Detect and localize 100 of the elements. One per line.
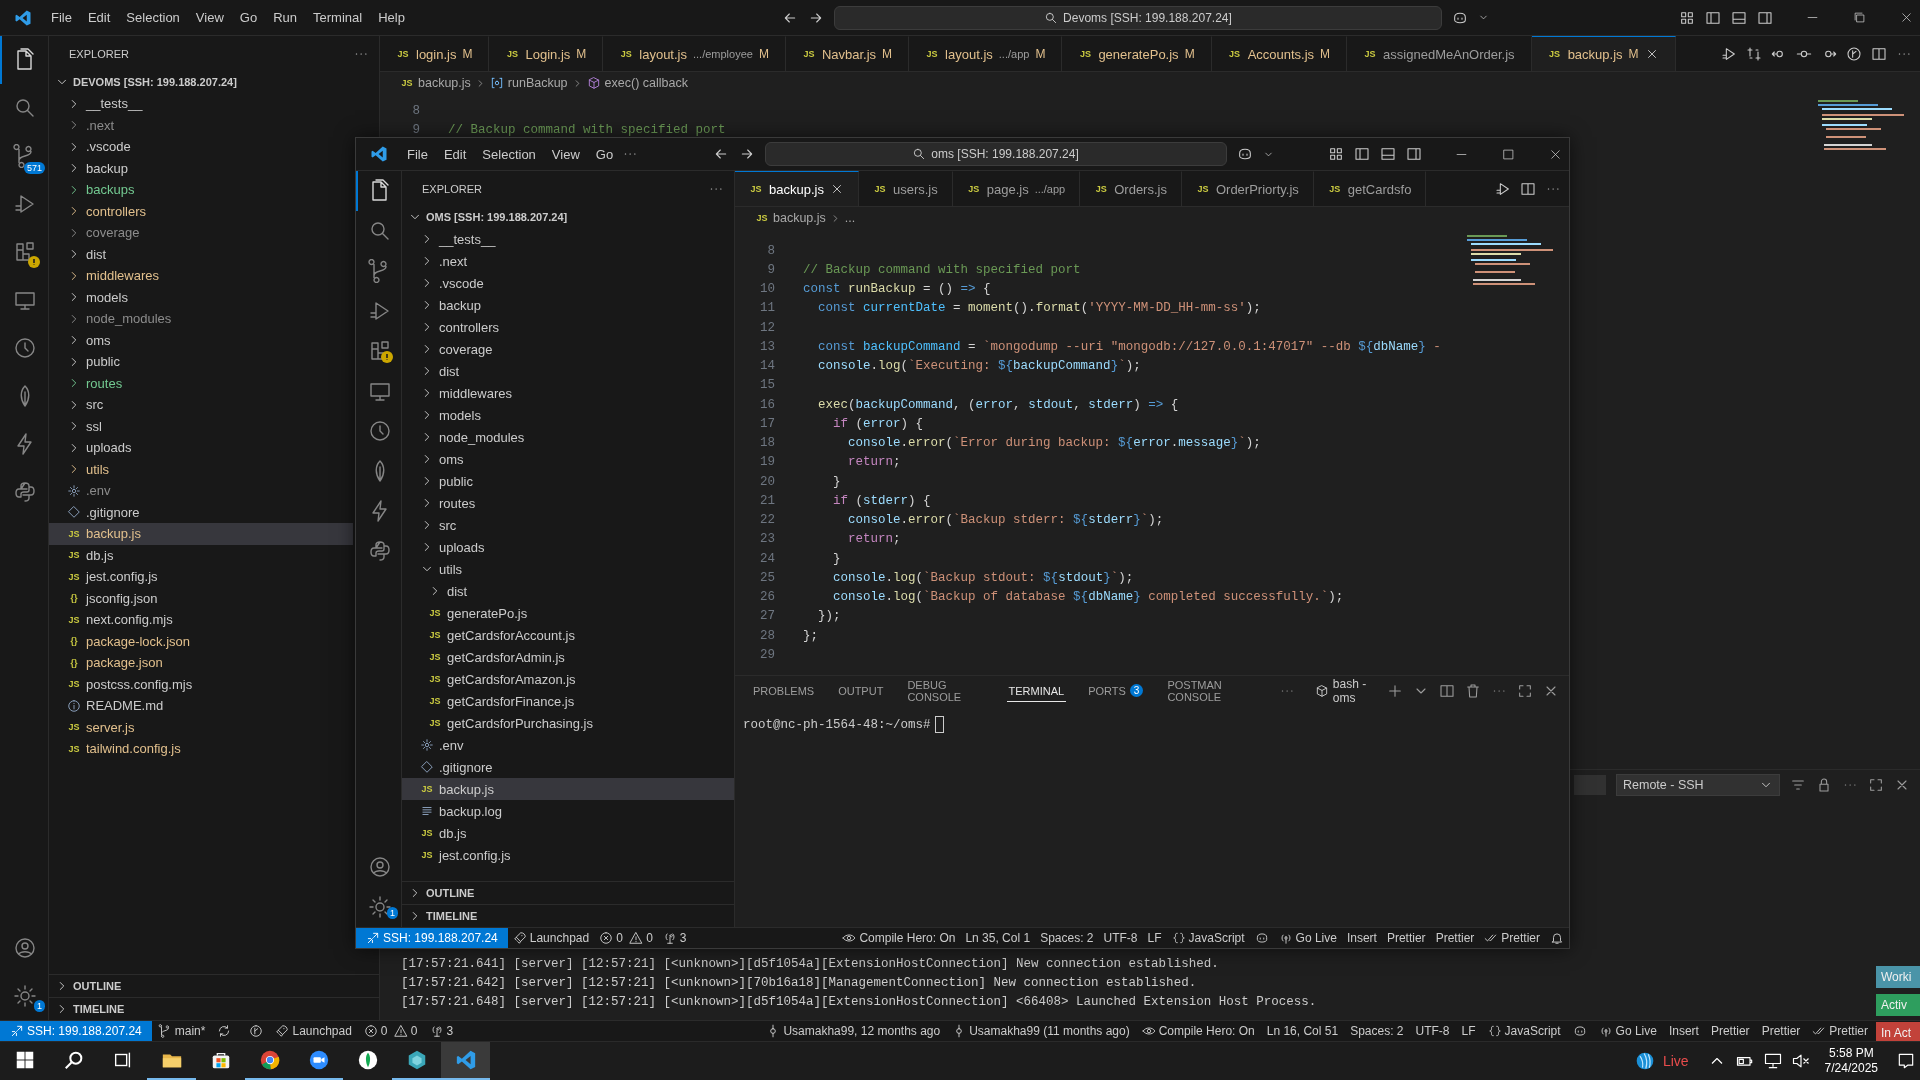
grid-layout-icon[interactable] xyxy=(1679,9,1695,26)
editor-tab[interactable]: JS Orders.js xyxy=(1080,171,1182,206)
panel-tab[interactable]: PROBLEMS xyxy=(751,680,817,702)
status-item[interactable]: Compile Hero: On xyxy=(837,928,961,948)
breadcrumb-item[interactable]: ... xyxy=(844,211,856,225)
tree-item[interactable]: JS db.js xyxy=(49,544,353,566)
tree-item[interactable]: README.md xyxy=(49,695,353,717)
tree-item[interactable]: uploads xyxy=(402,536,734,558)
status-toast[interactable]: In Act xyxy=(1876,1022,1920,1044)
breadcrumb-item[interactable]: JS backup.js xyxy=(400,76,471,90)
tree-item[interactable]: dist xyxy=(402,360,734,382)
tree-item[interactable]: .gitignore xyxy=(402,756,734,778)
status-item[interactable]: Spaces: 2 xyxy=(1344,1021,1410,1041)
tree-item[interactable]: coverage xyxy=(49,222,353,244)
sidebar-layout-icon[interactable] xyxy=(1705,9,1721,26)
search-field[interactable]: oms [SSH: 199.188.207.24] xyxy=(764,142,1227,166)
tree-item[interactable]: JS tailwind.config.js xyxy=(49,738,353,760)
tree-item[interactable]: routes xyxy=(402,492,734,514)
remote-status[interactable]: SSH: 199.188.207.24 xyxy=(356,928,508,948)
tree-item[interactable]: JS generatePo.js xyxy=(402,602,734,624)
tree-item[interactable]: JS next.config.mjs xyxy=(49,609,353,631)
restore-icon[interactable] xyxy=(1852,10,1867,25)
tree-item[interactable]: backups xyxy=(49,179,353,201)
menu-item[interactable]: Help xyxy=(371,7,412,28)
grid-layout-icon[interactable] xyxy=(1328,146,1344,162)
split-editor-icon[interactable] xyxy=(1871,45,1887,62)
tree-item[interactable]: routes xyxy=(49,372,353,394)
status-item[interactable]: Ln 35, Col 1 xyxy=(960,928,1036,948)
panel-tab[interactable]: OUTPUT xyxy=(836,680,886,702)
problems-status[interactable]: 0 0 xyxy=(594,928,658,948)
editor-tab[interactable]: JS backup.js M xyxy=(1531,36,1676,71)
tree-item[interactable]: dist xyxy=(49,243,353,265)
panel-tab[interactable]: DEBUG CONSOLE xyxy=(905,674,987,708)
tree-item[interactable]: __tests__ xyxy=(402,228,734,250)
tree-item[interactable]: JS jest.config.js xyxy=(402,844,734,866)
tree-item[interactable]: .env xyxy=(49,480,353,502)
menu-item[interactable]: File xyxy=(44,7,79,28)
tree-item[interactable]: utils xyxy=(402,558,734,580)
menu-item[interactable]: Edit xyxy=(80,7,118,28)
status-item[interactable]: Compile Hero: On xyxy=(1135,1021,1261,1041)
tree-item[interactable]: JS getCardsforAdmin.js xyxy=(402,646,734,668)
compare-icon[interactable] xyxy=(1746,45,1762,62)
menu-item[interactable]: View xyxy=(544,143,587,165)
menu-item[interactable]: Go xyxy=(588,143,621,165)
tree-item[interactable]: public xyxy=(49,351,353,373)
tree-item[interactable]: controllers xyxy=(402,316,734,338)
tree-item[interactable]: {} jsconfig.json xyxy=(49,587,353,609)
status-item[interactable]: Launchpad xyxy=(507,928,595,948)
tree-item[interactable]: ssl xyxy=(49,415,353,437)
tree-item[interactable]: backup xyxy=(402,294,734,316)
breadcrumb-item[interactable]: exec() callback xyxy=(586,76,688,90)
tree-item[interactable]: public xyxy=(402,470,734,492)
panel-tab[interactable]: PORTS 3 xyxy=(1086,680,1146,702)
tree-item[interactable]: .next xyxy=(49,114,353,136)
tree-item[interactable]: backup xyxy=(49,157,353,179)
maximize-panel-icon[interactable] xyxy=(1868,777,1884,793)
split-editor-icon[interactable] xyxy=(1520,180,1536,197)
tree-item[interactable]: JS db.js xyxy=(402,822,734,844)
tree-item[interactable]: JS backup.js xyxy=(49,523,353,545)
output-dropdown[interactable]: Remote - SSH xyxy=(1616,774,1780,796)
tree-item[interactable]: .gitignore xyxy=(49,501,353,523)
menu-item[interactable]: Edit xyxy=(436,143,474,165)
tree-item[interactable]: models xyxy=(49,286,353,308)
secondary-sidebar-icon[interactable] xyxy=(1757,9,1773,26)
status-item[interactable]: Go Live xyxy=(1273,928,1342,948)
breadcrumb-item[interactable]: runBackup xyxy=(489,76,568,90)
editor-tab[interactable]: JS layout.js .../app M xyxy=(909,36,1063,71)
panel-layout-icon[interactable] xyxy=(1731,9,1747,26)
editor-tab[interactable]: JS Login.js M xyxy=(489,36,604,71)
status-item[interactable]: UTF-8 xyxy=(1098,928,1143,948)
status-item[interactable]: Insert xyxy=(1341,928,1382,948)
status-item[interactable]: Prettier xyxy=(1806,1021,1874,1041)
activity-button[interactable]: 1 xyxy=(356,887,401,927)
menu-item[interactable]: Go xyxy=(232,7,265,28)
terminal-selector[interactable]: bash - oms xyxy=(1314,677,1377,705)
tree-item[interactable]: middlewares xyxy=(49,265,353,287)
tree-item[interactable]: .vscode xyxy=(49,136,353,158)
status-item[interactable]: Prettier xyxy=(1755,1021,1807,1041)
maximize-icon[interactable] xyxy=(1501,146,1516,162)
tree-item[interactable]: oms xyxy=(402,448,734,470)
workspace-header[interactable]: OMS [SSH: 199.188.207.24] xyxy=(402,206,734,228)
search-field[interactable]: Devoms [SSH: 199.188.207.24] xyxy=(833,5,1442,30)
tree-item[interactable]: .vscode xyxy=(402,272,734,294)
editor-tab[interactable]: JS getCardsfo xyxy=(1313,171,1427,206)
tree-item[interactable]: uploads xyxy=(49,437,353,459)
tree-item[interactable]: dist xyxy=(402,580,734,602)
tree-item[interactable]: JS getCardsforPurchasing.js xyxy=(402,712,734,734)
tree-item[interactable]: src xyxy=(49,394,353,416)
status-item[interactable]: Usamakha99, 12 months ago xyxy=(760,1021,947,1041)
breadcrumb-item[interactable]: JS backup.js xyxy=(755,211,826,225)
status-item[interactable]: Prettier xyxy=(1381,928,1431,948)
workspace-header[interactable]: DEVOMS [SSH: 199.188.207.24] xyxy=(49,71,379,93)
menu-item[interactable]: Selection xyxy=(475,143,543,165)
tree-item[interactable]: models xyxy=(402,404,734,426)
status-item[interactable]: Launchpad xyxy=(269,1021,358,1041)
tree-item[interactable]: node_modules xyxy=(49,308,353,330)
tree-item[interactable]: __tests__ xyxy=(49,93,353,115)
clock[interactable]: 5:58 PM 7/24/2025 xyxy=(1824,1046,1878,1076)
close-icon[interactable] xyxy=(1899,10,1914,25)
remote-status[interactable]: SSH: 199.188.207.24 xyxy=(0,1021,152,1041)
